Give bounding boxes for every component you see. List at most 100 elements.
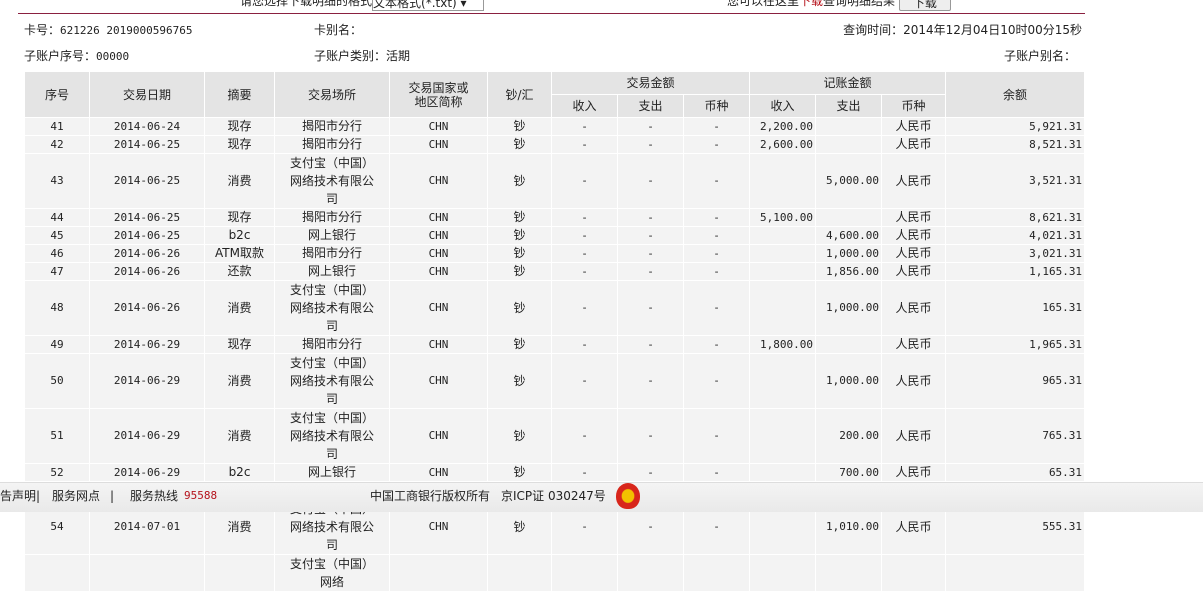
cell-book-income [749,226,817,245]
cell-book-income [749,280,817,336]
download-link[interactable]: 下载 [799,0,823,8]
cell-trade-currency: - [682,153,751,209]
header-place: 交易场所 [274,71,390,118]
table-row: 49 2014-06-29 现存 揭阳市分行 CHN 钞 - - -1,800.00 人民币 1,9… [24,335,1086,354]
download-hint-post: 查询明细结果 [823,0,896,8]
cell-book-income: 5,100.00 [749,208,817,227]
cell-book-currency: 人民币 [881,353,947,409]
cell-book-expense [815,335,883,354]
footer-copyright: 中国工商银行版权所有 [370,489,491,503]
cell-country: CHN [389,353,488,409]
table-row: 50 2014-06-29 消费 支付宝（中国）网络技术有限公司 CHN 钞 - - -1,00… [24,353,1086,409]
footer-separator: | [110,489,115,503]
cell-date: 2014-06-26 [89,280,205,336]
cell-balance: 3,021.31 [945,244,1086,263]
header-trade-amount: 交易金额 [550,71,751,95]
cell-balance [945,554,1086,592]
cell-book-income [749,153,817,209]
cell-seq: 46 [24,244,90,263]
download-hint: 您可以在这里 [727,0,800,8]
cell-trade-currency: - [682,117,751,136]
cell-book-income: 1,800.00 [749,335,817,354]
cell-cash: 钞 [487,408,552,464]
table-row: 支付宝（中国）网络 [24,554,1086,592]
cell-seq: 52 [24,463,90,482]
header-book-currency: 币种 [881,94,947,118]
cell-book-currency: 人民币 [881,208,947,227]
header-summary: 摘要 [204,71,275,118]
footer-outlets-link[interactable]: 服务网点 [52,483,100,509]
cell-book-expense [815,208,883,227]
cell-trade-income: - [551,244,618,263]
cell-trade-income: - [551,153,618,209]
cell-book-expense: 4,600.00 [815,226,883,245]
cell-trade-income: - [551,208,618,227]
cell-book-currency: 人民币 [881,262,947,281]
cell-balance: 1,965.31 [945,335,1086,354]
transaction-table: 序号 交易日期 摘要 交易场所 交易国家或地区简称 钞/汇 交易金额 记账金额 … [24,71,1086,592]
table-body: 41 2014-06-24 现存 揭阳市分行 CHN 钞 - - -2,200.00 人民币 5,9… [24,117,1086,592]
footer-separator: | [36,489,41,503]
card-number: 卡号：621226 2019000596765 [24,23,193,37]
cell-cash: 钞 [487,280,552,336]
sub-account-alias: 子账户别名： [1003,49,1076,63]
cell-trade-expense: - [617,244,684,263]
footer-hotline-label: 服务热线 [130,489,179,503]
cell-summary: 消费 [204,153,275,209]
cell-country: CHN [389,226,488,245]
cell-place: 支付宝（中国）网络技术有限公司 [274,353,390,409]
cell-trade-currency: - [682,208,751,227]
cell-trade-currency: - [682,244,751,263]
cell-trade-income [551,554,618,592]
cell-cash: 钞 [487,244,552,263]
sub-account-seq: 子账户序号：00000 [24,49,130,63]
cell-book-income [749,463,817,482]
cell-trade-expense: - [617,135,684,154]
cell-trade-expense [617,554,684,592]
cell-book-currency: 人民币 [881,408,947,464]
cell-date: 2014-06-29 [89,463,205,482]
cell-trade-income: - [551,117,618,136]
cell-book-currency: 人民币 [881,244,947,263]
card-alias: 卡别名： [314,23,363,37]
cell-seq: 42 [24,135,90,154]
cell-date: 2014-06-25 [89,226,205,245]
cell-trade-currency: - [682,353,751,409]
cell-trade-expense: - [617,153,684,209]
cell-summary: 现存 [204,135,275,154]
download-button[interactable]: 下载 [898,0,951,11]
cell-trade-currency: - [682,135,751,154]
cell-country: CHN [389,335,488,354]
cell-book-currency: 人民币 [881,335,947,354]
footer-icp: 京ICP证 030247号 [501,489,606,503]
table-row: 52 2014-06-29 b2c 网上银行 CHN 钞 - - -700.00 人民币 65.31 [24,463,1086,482]
cell-country [389,554,488,592]
cell-cash: 钞 [487,353,552,409]
footer-statement-link[interactable]: 告声明 [0,483,36,509]
cell-trade-expense: - [617,208,684,227]
table-row: 46 2014-06-26 ATM取款 揭阳市分行 CHN 钞 - - -1,000.00 人民币… [24,244,1086,263]
cell-place: 揭阳市分行 [274,208,390,227]
cell-place: 支付宝（中国）网络技术有限公司 [274,153,390,209]
cell-date [89,554,205,592]
cell-place: 揭阳市分行 [274,117,390,136]
cell-book-currency: 人民币 [881,226,947,245]
cell-book-income: 2,200.00 [749,117,817,136]
cell-cash: 钞 [487,117,552,136]
cell-book-expense: 5,000.00 [815,153,883,209]
cell-balance: 165.31 [945,280,1086,336]
divider [18,13,1085,14]
cell-trade-expense: - [617,408,684,464]
cell-trade-income: - [551,463,618,482]
cell-cash: 钞 [487,262,552,281]
cell-seq: 45 [24,226,90,245]
cell-seq: 44 [24,208,90,227]
cell-trade-currency: - [682,463,751,482]
cell-date: 2014-06-26 [89,244,205,263]
cell-summary: 消费 [204,353,275,409]
cell-book-expense [815,117,883,136]
format-select[interactable]: 文本格式(*.txt) ▾ [372,0,485,11]
table-row: 42 2014-06-25 现存 揭阳市分行 CHN 钞 - - -2,600.00 人民币 8,5… [24,135,1086,154]
cell-trade-currency [682,554,751,592]
cell-book-currency: 人民币 [881,117,947,136]
